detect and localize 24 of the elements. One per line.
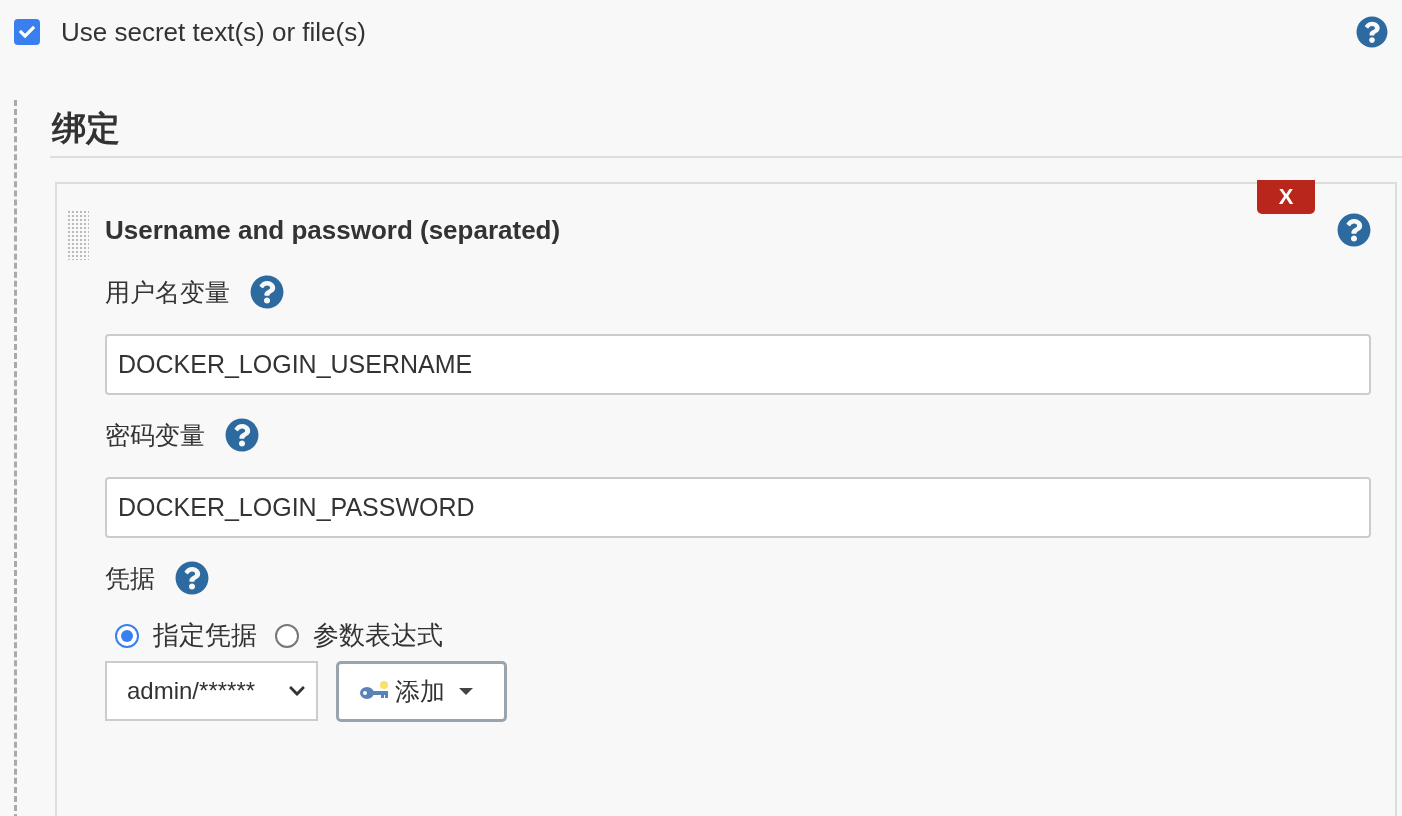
field-label: 密码变量 <box>105 419 205 451</box>
help-icon[interactable] <box>1356 16 1388 48</box>
delete-button[interactable]: X <box>1257 180 1315 214</box>
credentials-select[interactable]: admin/****** <box>105 661 318 721</box>
help-icon[interactable] <box>225 418 259 452</box>
checkbox[interactable] <box>14 19 40 45</box>
add-button[interactable]: 添加 <box>336 661 507 722</box>
check-icon <box>19 24 35 40</box>
card-title: Username and password (separated) <box>105 214 561 246</box>
field-label: 凭据 <box>105 562 155 594</box>
input-field[interactable]: DOCKER_LOGIN_USERNAME <box>105 334 1371 395</box>
radio-label: 参数表达式 <box>313 619 443 652</box>
input-field[interactable]: DOCKER_LOGIN_PASSWORD <box>105 477 1371 538</box>
help-icon[interactable] <box>1337 213 1371 247</box>
help-icon[interactable] <box>250 275 284 309</box>
checkbox-label: Use secret text(s) or file(s) <box>61 16 367 48</box>
field-label: 用户名变量 <box>105 276 230 308</box>
radio-button[interactable] <box>115 623 139 648</box>
help-icon[interactable] <box>175 561 209 595</box>
section-heading: 绑定 <box>50 100 1402 158</box>
radio-button[interactable] <box>275 623 299 648</box>
radio-label: 指定凭据 <box>153 619 257 652</box>
caret-icon <box>459 688 473 695</box>
drag-handle[interactable] <box>67 210 89 260</box>
